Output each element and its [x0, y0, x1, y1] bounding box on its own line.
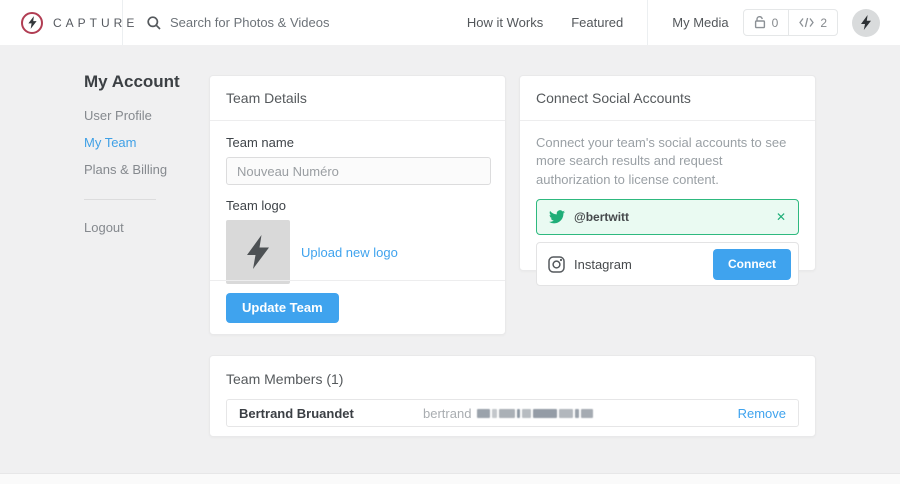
- nav-link-my-media[interactable]: My Media: [672, 15, 728, 30]
- instagram-row: Instagram Connect: [536, 242, 799, 287]
- locked-count: 0: [771, 15, 779, 30]
- code-icon: [799, 17, 815, 28]
- search-placeholder: Search for Photos & Videos: [170, 15, 330, 30]
- team-details-title: Team Details: [210, 76, 505, 121]
- team-member-row: Bertrand Bruandet bertrand Remove: [226, 399, 799, 427]
- navbar-right: How it Works Featured My Media 0 2: [467, 0, 900, 45]
- upload-new-logo-link[interactable]: Upload new logo: [301, 245, 398, 260]
- instagram-connect-button[interactable]: Connect: [713, 248, 791, 280]
- search-icon: [147, 15, 161, 30]
- team-logo-preview: [226, 220, 290, 284]
- social-accounts-description: Connect your team's social accounts to s…: [536, 135, 787, 187]
- capture-logo-icon: [21, 11, 43, 34]
- member-name: Bertrand Bruandet: [239, 405, 354, 421]
- embed-count: 2: [820, 15, 827, 30]
- team-logo-row: Upload new logo: [226, 220, 489, 284]
- member-email-visible: bertrand: [423, 405, 472, 421]
- team-name-label: Team name: [226, 135, 294, 150]
- member-remove-link[interactable]: Remove: [738, 406, 786, 421]
- team-logo-label: Team logo: [226, 198, 286, 213]
- twitter-connected-row: @bertwitt ✕: [536, 199, 799, 236]
- sidebar-item-logout[interactable]: Logout: [84, 220, 194, 235]
- account-sidebar: My Account User Profile My Team Plans & …: [84, 72, 194, 235]
- social-accounts-body: Connect your team's social accounts to s…: [520, 121, 815, 287]
- instagram-icon: [548, 256, 565, 273]
- team-details-body: Team name Team logo Upload new logo: [210, 121, 505, 284]
- sidebar-divider: [84, 199, 156, 200]
- twitter-icon: [549, 210, 565, 224]
- sidebar-title: My Account: [84, 72, 180, 91]
- member-email-redacted: [477, 408, 595, 418]
- page: CAPTURE Search for Photos & Videos How i…: [0, 0, 900, 484]
- footer-strip: [0, 473, 900, 484]
- social-accounts-title: Connect Social Accounts: [520, 76, 815, 121]
- brand-name: CAPTURE: [53, 15, 139, 30]
- twitter-disconnect-icon[interactable]: ✕: [776, 210, 786, 224]
- instagram-label: Instagram: [574, 256, 632, 272]
- navbar: CAPTURE Search for Photos & Videos How i…: [0, 0, 900, 45]
- team-members-title: Team Members (1): [226, 371, 344, 387]
- search-bar[interactable]: Search for Photos & Videos: [147, 15, 329, 30]
- team-details-card: Team Details Team name Team logo Upload …: [209, 75, 506, 335]
- embed-counter[interactable]: 2: [788, 10, 837, 35]
- update-team-button[interactable]: Update Team: [226, 292, 339, 323]
- social-accounts-card: Connect Social Accounts Connect your tea…: [519, 75, 816, 287]
- lock-icon: [754, 16, 766, 29]
- lightning-bolt-icon: [247, 235, 269, 269]
- brand-logo[interactable]: CAPTURE: [0, 0, 134, 45]
- team-name-input[interactable]: [226, 157, 491, 185]
- twitter-handle: @bertwitt: [574, 210, 630, 225]
- sidebar-item-user-profile[interactable]: User Profile: [84, 108, 194, 123]
- media-counters: 0 2: [742, 9, 838, 36]
- member-email: bertrand: [423, 406, 738, 421]
- user-avatar[interactable]: [852, 8, 880, 37]
- nav-link-featured[interactable]: Featured: [571, 15, 623, 30]
- team-details-footer: Update Team: [210, 280, 505, 334]
- navbar-divider: [647, 0, 649, 45]
- team-members-card: Team Members (1) Bertrand Bruandet bertr…: [209, 355, 816, 437]
- nav-link-how-it-works[interactable]: How it Works: [467, 15, 543, 30]
- sidebar-item-plans-billing[interactable]: Plans & Billing: [84, 162, 194, 177]
- sidebar-item-my-team[interactable]: My Team: [84, 135, 194, 150]
- locked-counter[interactable]: 0: [744, 10, 789, 35]
